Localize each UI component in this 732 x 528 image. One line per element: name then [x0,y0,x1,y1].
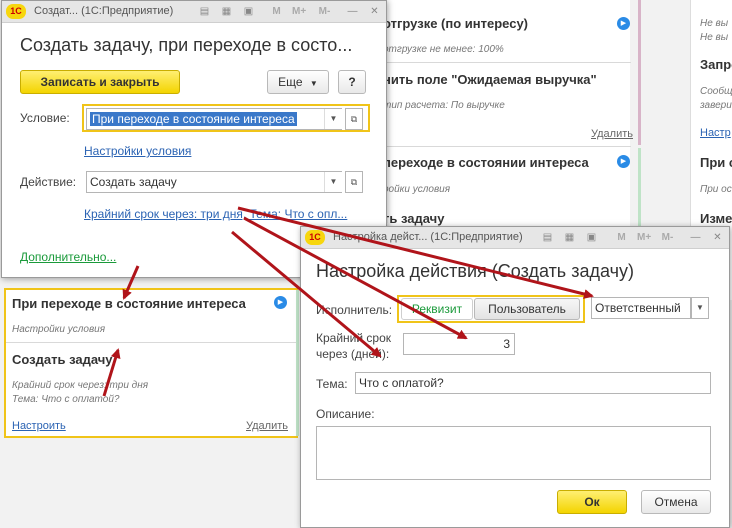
cancel-button[interactable]: Отмена [641,490,711,514]
right-text: При ос [700,184,732,195]
toggle-attribute-button[interactable]: Реквизит [401,298,473,320]
right-title: При с [700,155,732,170]
action-select[interactable]: Создать задачу [86,171,342,193]
description-textarea[interactable] [316,426,711,480]
divider [6,342,296,343]
card-condition-title: При переходе в состояние интереса [12,296,246,311]
pink-accent-bar [638,0,641,145]
bg-delete-link[interactable]: Удалить [591,128,633,140]
configure-link[interactable]: Настроить [12,420,66,432]
table-icon[interactable]: ▦ [220,5,233,18]
executor-select[interactable]: Ответственный [591,297,691,319]
bg-item-sub: тип расчета: По выручке [383,100,505,111]
window-title: Создат... (1С:Предприятие) [34,5,174,17]
card-detail-deadline: Крайний срок через: три дня [12,380,149,391]
open-icon[interactable]: ⧉ [345,108,363,130]
right-text: Не вы [700,18,729,29]
memory-m-icon[interactable]: M [270,5,283,18]
print-icon[interactable]: ▤ [541,231,554,244]
bg-item-title: ть задачу [383,211,445,226]
calendar-icon[interactable]: ▣ [585,231,598,244]
app-logo-icon: 1С [305,230,325,245]
play-icon[interactable]: ▶ [617,155,630,168]
toggle-user-button[interactable]: Пользователь [474,298,580,320]
topic-label: Тема: [316,377,348,391]
right-title: Измен [700,211,732,226]
more-button-label: Еще [278,75,303,89]
minimize-icon[interactable]: — [346,5,359,18]
condition-settings-link[interactable]: Настройки условия [84,144,191,158]
window-titlebar: 1С Настройка дейст... (1С:Предприятие) ▤… [301,227,729,249]
bg-item-sub: ройки условия [383,184,451,195]
deadline-label: Крайний срок [316,331,392,345]
right-text: Не вы [700,32,729,43]
memory-minus-icon[interactable]: M- [318,5,331,18]
minimize-icon[interactable]: — [689,231,702,244]
window-header: Создать задачу, при переходе в состо... [20,35,353,55]
card-action-title: Создать задачу [12,352,113,367]
more-button[interactable]: Еще ▼ [267,70,329,94]
divider [361,146,631,147]
save-and-close-button[interactable]: Записать и закрыть [20,70,180,94]
chevron-down-icon[interactable]: ▼ [691,297,709,319]
green-accent-bar [638,148,641,228]
window-title: Настройка дейст... (1С:Предприятие) [333,231,523,243]
card-detail-topic: Тема: Что с оплатой? [12,394,120,405]
play-icon[interactable]: ▶ [617,17,630,30]
right-title: Запро [700,57,732,72]
condition-card: При переходе в состояние интереса ▶ Наст… [4,288,298,438]
chevron-down-icon[interactable]: ▼ [324,109,342,129]
action-settings-window: 1С Настройка дейст... (1С:Предприятие) ▤… [300,226,730,528]
close-icon[interactable]: ✕ [711,231,724,244]
bg-item-title: отгрузке (по интересу) [383,16,528,31]
chevron-down-icon: ▼ [309,79,318,88]
bg-item-sub: отгрузке не менее: 100% [383,44,504,55]
window-titlebar: 1С Создат... (1С:Предприятие) ▤ ▦ ▣ M M+… [2,1,386,23]
play-icon[interactable]: ▶ [274,296,287,309]
close-icon[interactable]: ✕ [368,5,381,18]
card-condition-subtitle: Настройки условия [12,324,106,335]
action-params-link[interactable]: Крайний срок через: три дня, Тема: Что с… [84,207,347,221]
print-icon[interactable]: ▤ [198,5,211,18]
window-header: Настройка действия (Создать задачу) [316,261,634,281]
memory-m-icon[interactable]: M [615,231,628,244]
description-label: Описание: [316,407,375,421]
action-select-value: Создать задачу [90,175,177,189]
help-button[interactable]: ? [338,70,366,94]
action-label: Действие: [20,175,77,189]
topic-input[interactable]: Что с оплатой? [355,372,711,394]
delete-link[interactable]: Удалить [246,420,288,432]
ok-button[interactable]: Ок [557,490,627,514]
right-text: Сообщ [700,86,732,97]
app-logo-icon: 1С [6,4,26,19]
memory-plus-icon[interactable]: M+ [292,5,306,18]
executor-label: Исполнитель: [316,303,393,317]
condition-select-value: При переходе в состояние интереса [90,112,297,126]
bg-item-title: нить поле "Ожидаемая выручка" [383,72,597,87]
table-icon[interactable]: ▦ [563,231,576,244]
bg-item-title: переходе в состоянии интереса [383,155,589,170]
memory-plus-icon[interactable]: M+ [637,231,651,244]
condition-label: Условие: [20,111,70,125]
memory-minus-icon[interactable]: M- [661,231,674,244]
executor-select-value: Ответственный [595,301,681,315]
divider [361,62,631,63]
topic-input-value: Что с оплатой? [359,376,444,390]
open-icon[interactable]: ⧉ [345,171,363,193]
condition-select[interactable]: При переходе в состояние интереса [86,108,342,130]
right-link[interactable]: Настр [700,127,731,139]
deadline-label: через (дней): [316,347,390,361]
calendar-icon[interactable]: ▣ [242,5,255,18]
deadline-input[interactable]: 3 [403,333,515,355]
additional-link[interactable]: Дополнительно... [20,250,116,264]
deadline-input-value: 3 [503,337,510,351]
chevron-down-icon[interactable]: ▼ [324,172,342,192]
right-text: завери [700,100,732,111]
green-accent-bar [296,290,299,436]
